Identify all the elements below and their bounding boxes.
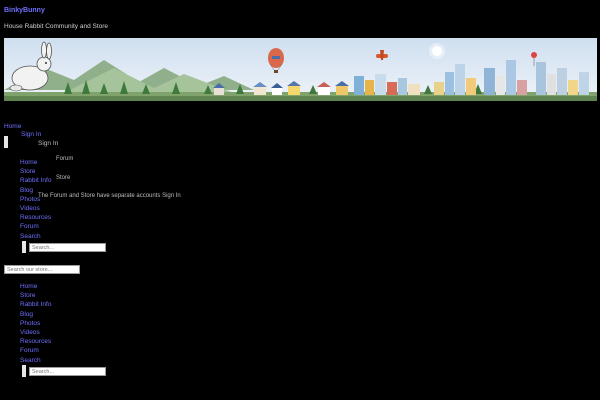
- search-input[interactable]: [29, 243, 106, 252]
- menu-item[interactable]: Store: [20, 291, 51, 300]
- site-title-link[interactable]: BinkyBunny: [4, 7, 45, 14]
- menu-item-link[interactable]: Rabbit Info: [20, 301, 51, 308]
- menu-item-link[interactable]: Store: [20, 292, 36, 299]
- banner-illustration: [4, 38, 597, 101]
- nav-sign-in[interactable]: Sign In: [21, 130, 41, 139]
- menu-item-link[interactable]: Search: [20, 357, 41, 364]
- store-note: Store: [56, 175, 71, 181]
- menu-item[interactable]: Home: [20, 158, 51, 167]
- menu-item[interactable]: Videos: [20, 328, 51, 337]
- search-toggle-bottom[interactable]: [22, 365, 26, 377]
- forum-note: Forum: [56, 156, 74, 162]
- menu-item-link[interactable]: Forum: [20, 347, 39, 354]
- menu-item[interactable]: Resources: [20, 213, 51, 222]
- menu-item-link[interactable]: Forum: [20, 223, 39, 230]
- sign-in-item[interactable]: Sign In: [38, 139, 58, 148]
- menu-item[interactable]: Search: [20, 232, 51, 241]
- menu-item[interactable]: Videos: [20, 204, 51, 213]
- menu-item-link[interactable]: Resources: [20, 338, 51, 345]
- menu-item[interactable]: Store: [20, 167, 51, 176]
- search-input-bottom[interactable]: [29, 367, 106, 376]
- menu-item-link[interactable]: Resources: [20, 214, 51, 221]
- site-title[interactable]: BinkyBunny: [4, 7, 45, 14]
- menu-item[interactable]: Photos: [20, 319, 51, 328]
- site-tagline: House Rabbit Community and Store: [4, 23, 109, 30]
- search-toggle[interactable]: [22, 241, 26, 253]
- menu-item-link[interactable]: Home: [20, 159, 37, 166]
- menu-item-link[interactable]: Videos: [20, 329, 40, 336]
- nav-home-link[interactable]: Home: [4, 123, 21, 130]
- menu-item-link[interactable]: Videos: [20, 205, 40, 212]
- menu-item[interactable]: Home: [20, 282, 51, 291]
- menu-item-link[interactable]: Store: [20, 168, 36, 175]
- menu-item-link[interactable]: Blog: [20, 187, 33, 194]
- menu-item-link[interactable]: Search: [20, 233, 41, 240]
- store-search-input[interactable]: [4, 265, 80, 274]
- menu-item[interactable]: Rabbit Info: [20, 176, 51, 185]
- menu-item[interactable]: Forum: [20, 346, 51, 355]
- nav-home[interactable]: Home: [4, 122, 21, 131]
- menu-item[interactable]: Blog: [20, 310, 51, 319]
- header-banner[interactable]: [4, 38, 597, 101]
- menu-item[interactable]: Search: [20, 356, 51, 365]
- menu-item-link[interactable]: Rabbit Info: [20, 177, 51, 184]
- menu-item[interactable]: Resources: [20, 337, 51, 346]
- menu-item-link[interactable]: Blog: [20, 311, 33, 318]
- menu-item-link[interactable]: Home: [20, 283, 37, 290]
- menu-item[interactable]: Rabbit Info: [20, 300, 51, 309]
- menu-item[interactable]: Forum: [20, 222, 51, 231]
- nav-sign-in-link[interactable]: Sign In: [21, 131, 41, 138]
- menu-item-link[interactable]: Photos: [20, 320, 40, 327]
- main-menu-top: Home Store Rabbit Info Blog Photos Video…: [20, 158, 51, 241]
- main-menu-bottom: Home Store Rabbit Info Blog Photos Video…: [20, 282, 51, 365]
- dropdown-toggle[interactable]: [4, 136, 8, 148]
- accounts-message: The Forum and Store have separate accoun…: [38, 193, 181, 199]
